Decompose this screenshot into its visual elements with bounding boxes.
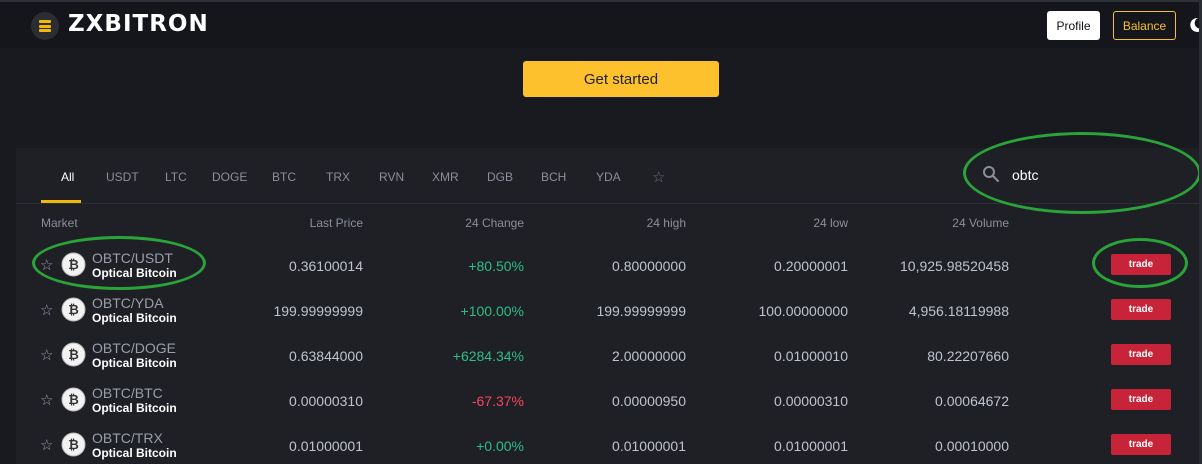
low-24h: 0.01000010 bbox=[774, 348, 848, 364]
search-icon bbox=[983, 166, 999, 182]
coin-name: Optical Bitcoin bbox=[92, 311, 177, 325]
profile-button[interactable]: Profile bbox=[1047, 11, 1100, 40]
coin-name: Optical Bitcoin bbox=[92, 401, 177, 415]
trade-button[interactable]: trade bbox=[1111, 434, 1171, 455]
tab-all[interactable]: All bbox=[61, 170, 74, 184]
header-last-price: Last Price bbox=[309, 216, 363, 230]
last-price: 199.99999999 bbox=[273, 303, 363, 319]
volume-24h: 0.00010000 bbox=[935, 438, 1009, 454]
high-24h: 0.80000000 bbox=[612, 258, 686, 274]
volume-24h: 0.00064672 bbox=[935, 393, 1009, 409]
get-started-button[interactable]: Get started bbox=[523, 61, 719, 97]
pair-label[interactable]: OBTC/BTC bbox=[92, 385, 163, 401]
low-24h: 0.20000001 bbox=[774, 258, 848, 274]
tab-rvn[interactable]: RVN bbox=[379, 170, 404, 184]
trade-button[interactable]: trade bbox=[1111, 389, 1171, 410]
tab-xmr[interactable]: XMR bbox=[432, 170, 459, 184]
svg-text:₿: ₿ bbox=[68, 303, 79, 318]
trade-button[interactable]: trade bbox=[1111, 299, 1171, 320]
trade-button[interactable]: trade bbox=[1111, 344, 1171, 365]
coin-icon: ₿ bbox=[61, 297, 86, 322]
svg-text:₿: ₿ bbox=[68, 348, 79, 363]
volume-24h: 4,956.18119988 bbox=[908, 303, 1009, 319]
coin-name: Optical Bitcoin bbox=[92, 266, 177, 280]
tab-btc[interactable]: BTC bbox=[272, 170, 296, 184]
coin-name: Optical Bitcoin bbox=[92, 446, 177, 460]
header-market: Market bbox=[41, 216, 78, 230]
star-icon[interactable]: ☆ bbox=[40, 301, 53, 319]
favorites-star-icon[interactable]: ☆ bbox=[652, 168, 665, 186]
volume-24h: 80.22207660 bbox=[927, 348, 1009, 364]
search-input[interactable] bbox=[1012, 164, 1182, 186]
svg-text:₿: ₿ bbox=[68, 438, 79, 453]
volume-24h: 10,925.98520458 bbox=[900, 258, 1009, 274]
last-price: 0.00000310 bbox=[289, 393, 363, 409]
coin-name: Optical Bitcoin bbox=[92, 356, 177, 370]
header-24-high: 24 high bbox=[646, 216, 686, 230]
coin-icon: ₿ bbox=[61, 432, 86, 457]
tab-bch[interactable]: BCH bbox=[541, 170, 566, 184]
star-icon[interactable]: ☆ bbox=[40, 256, 53, 274]
header-24-change: 24 Change bbox=[465, 216, 524, 230]
change-24h: -67.37% bbox=[471, 393, 524, 409]
star-icon[interactable]: ☆ bbox=[40, 346, 53, 364]
tab-yda[interactable]: YDA bbox=[596, 170, 621, 184]
high-24h: 0.00000950 bbox=[612, 393, 686, 409]
low-24h: 0.01000001 bbox=[774, 438, 848, 454]
tab-usdt[interactable]: USDT bbox=[106, 170, 139, 184]
low-24h: 100.00000000 bbox=[758, 303, 848, 319]
high-24h: 0.01000001 bbox=[612, 438, 686, 454]
balance-button[interactable]: Balance bbox=[1113, 11, 1176, 40]
change-24h: +0.00% bbox=[476, 438, 524, 454]
change-24h: +100.00% bbox=[460, 303, 524, 319]
tab-dgb[interactable]: DGB bbox=[487, 170, 513, 184]
header-24-volume: 24 Volume bbox=[952, 216, 1009, 230]
coin-icon: ₿ bbox=[61, 387, 86, 412]
change-24h: +80.50% bbox=[468, 258, 524, 274]
star-icon[interactable]: ☆ bbox=[40, 391, 53, 409]
last-price: 0.01000001 bbox=[289, 438, 363, 454]
pair-label[interactable]: OBTC/DOGE bbox=[92, 340, 176, 356]
trade-button[interactable]: trade bbox=[1111, 254, 1171, 275]
pair-label[interactable]: OBTC/TRX bbox=[92, 430, 163, 446]
svg-text:₿: ₿ bbox=[68, 258, 79, 273]
logo-wordmark[interactable]: ZXBITRON bbox=[68, 11, 209, 37]
star-icon[interactable]: ☆ bbox=[40, 436, 53, 454]
tab-trx[interactable]: TRX bbox=[326, 170, 350, 184]
last-price: 0.36100014 bbox=[289, 258, 363, 274]
low-24h: 0.00000310 bbox=[774, 393, 848, 409]
pair-label[interactable]: OBTC/YDA bbox=[92, 295, 164, 311]
high-24h: 199.99999999 bbox=[596, 303, 686, 319]
high-24h: 2.00000000 bbox=[612, 348, 686, 364]
header-24-low: 24 low bbox=[813, 216, 848, 230]
svg-text:₿: ₿ bbox=[68, 393, 79, 408]
change-24h: +6284.34% bbox=[452, 348, 524, 364]
top-bar: ZXBITRON Profile Balance bbox=[0, 0, 1202, 48]
tab-ltc[interactable]: LTC bbox=[165, 170, 187, 184]
last-price: 0.63844000 bbox=[289, 348, 363, 364]
pair-label[interactable]: OBTC/USDT bbox=[92, 250, 173, 266]
tab-doge[interactable]: DOGE bbox=[212, 170, 247, 184]
logo-icon[interactable] bbox=[31, 12, 59, 40]
active-tab-indicator bbox=[41, 200, 81, 203]
coin-icon: ₿ bbox=[61, 252, 86, 277]
coin-icon: ₿ bbox=[61, 342, 86, 367]
